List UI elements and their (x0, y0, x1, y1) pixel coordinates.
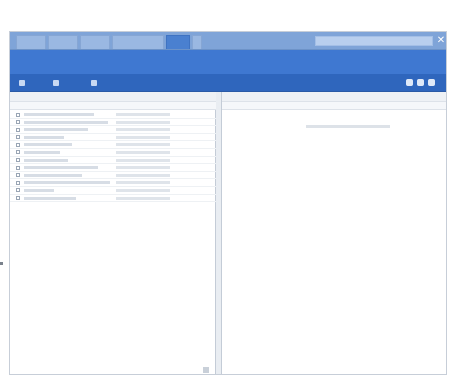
row-checkbox[interactable] (16, 142, 20, 147)
table-row[interactable] (10, 126, 216, 134)
row-date-placeholder (116, 113, 170, 116)
row-name-placeholder (24, 113, 94, 116)
row-checkbox[interactable] (16, 173, 20, 178)
row-checkbox[interactable] (16, 150, 20, 155)
add-icon (19, 80, 25, 86)
table-row[interactable] (10, 195, 216, 203)
table-row[interactable] (10, 134, 216, 142)
toolbar (10, 74, 446, 92)
edge-marker (0, 262, 3, 265)
tab-6[interactable] (192, 35, 202, 49)
detail-header (222, 101, 446, 110)
row-date-placeholder (116, 196, 170, 200)
row-checkbox[interactable] (16, 120, 20, 125)
close-icon[interactable]: ✕ (435, 35, 446, 47)
row-checkbox[interactable] (16, 165, 20, 170)
row-date-placeholder (116, 135, 170, 139)
row-date-placeholder (116, 173, 170, 177)
app-window: ✕ (9, 31, 447, 375)
toolbar-button-2[interactable] (52, 78, 86, 88)
row-name-placeholder (24, 128, 88, 132)
row-date-placeholder (116, 166, 170, 170)
row-name-placeholder (24, 173, 82, 177)
table-row[interactable] (10, 141, 216, 149)
row-checkbox[interactable] (16, 135, 20, 140)
row-checkbox[interactable] (16, 188, 20, 193)
file-list-title (10, 92, 216, 101)
row-checkbox[interactable] (16, 158, 20, 163)
settings-icon[interactable] (428, 79, 435, 86)
table-row[interactable] (10, 111, 216, 119)
row-name-placeholder (24, 188, 54, 192)
detail-pane (222, 92, 446, 374)
tab-4[interactable] (112, 35, 164, 49)
tab-1[interactable] (16, 35, 46, 49)
folder-icon (53, 80, 59, 86)
row-date-placeholder (116, 181, 170, 185)
tab-3[interactable] (80, 35, 110, 49)
tag-icon (91, 80, 97, 86)
row-checkbox[interactable] (16, 112, 20, 117)
row-date-placeholder (116, 120, 170, 124)
file-list (10, 111, 216, 203)
table-row[interactable] (10, 187, 216, 195)
row-name-placeholder (24, 135, 64, 139)
row-date-placeholder (116, 128, 170, 132)
row-name-placeholder (24, 181, 110, 185)
row-date-placeholder (116, 158, 170, 162)
row-name-placeholder (24, 166, 98, 170)
row-name-placeholder (24, 158, 68, 162)
row-date-placeholder (116, 143, 170, 147)
detail-title (222, 92, 446, 101)
row-checkbox[interactable] (16, 180, 20, 185)
resize-grip[interactable] (203, 367, 209, 373)
empty-message-placeholder (306, 125, 390, 128)
screen: { "window": { "title": "" }, "tabs": [ {… (0, 0, 452, 375)
row-checkbox[interactable] (16, 196, 20, 201)
row-date-placeholder (116, 188, 170, 192)
row-date-placeholder (116, 150, 170, 154)
window-title (150, 7, 300, 19)
list-icon[interactable] (417, 79, 424, 86)
tab-2[interactable] (48, 35, 78, 49)
table-row[interactable] (10, 157, 216, 165)
row-name-placeholder (24, 143, 72, 147)
row-name-placeholder (24, 196, 76, 200)
file-list-pane (10, 92, 216, 374)
table-row[interactable] (10, 179, 216, 187)
page-header (10, 50, 446, 74)
row-name-placeholder (24, 120, 108, 124)
toolbar-button-1[interactable] (18, 78, 48, 88)
toolbar-button-3[interactable] (90, 78, 134, 88)
row-name-placeholder (24, 150, 60, 154)
search-input[interactable] (315, 36, 433, 46)
table-row[interactable] (10, 172, 216, 180)
table-row[interactable] (10, 164, 216, 172)
grid-icon[interactable] (406, 79, 413, 86)
row-checkbox[interactable] (16, 127, 20, 132)
table-row[interactable] (10, 149, 216, 157)
tab-5-active[interactable] (166, 35, 190, 49)
tab-bar: ✕ (10, 32, 446, 50)
page-title (20, 57, 170, 67)
file-list-header (10, 101, 216, 110)
table-row[interactable] (10, 119, 216, 127)
